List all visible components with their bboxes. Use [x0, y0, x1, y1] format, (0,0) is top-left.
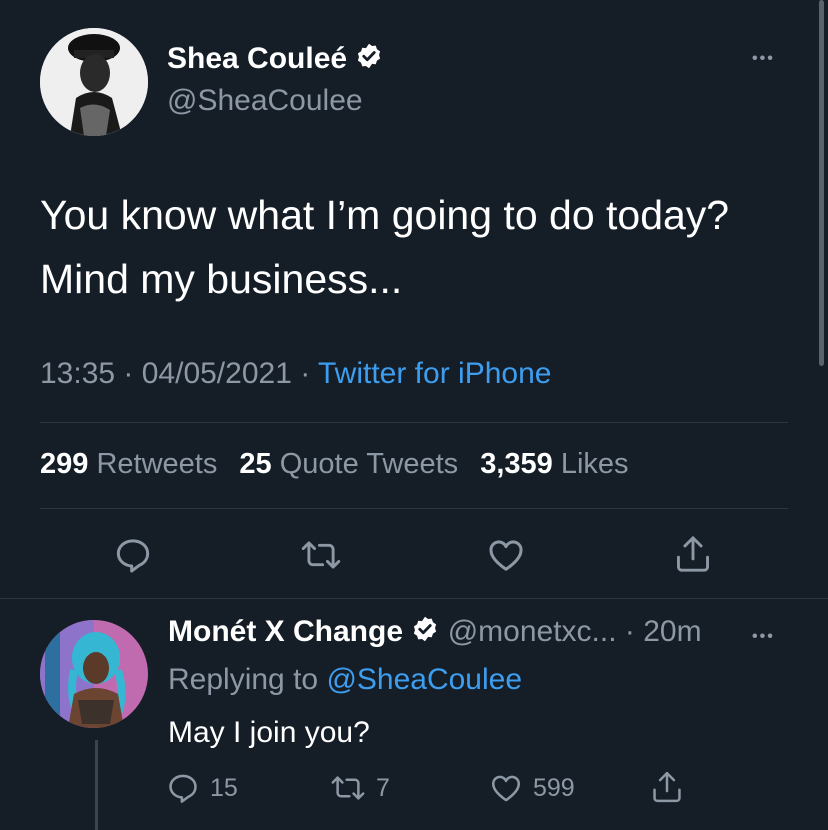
thread-line — [95, 740, 98, 830]
author-name[interactable]: Shea Couleé — [167, 42, 383, 78]
reply-button[interactable] — [113, 535, 153, 575]
tweet-timestamp[interactable]: 13:35 · 04/05/2021 · — [40, 357, 318, 390]
tweet-stats: 299 Retweets 25 Quote Tweets 3,359 Likes — [40, 448, 629, 481]
replying-to-prefix: Replying to — [168, 663, 327, 696]
replying-to-handle[interactable]: @SheaCoulee — [326, 663, 522, 696]
share-icon — [677, 536, 709, 572]
share-button[interactable] — [673, 533, 713, 575]
retweet-count: 7 — [376, 773, 390, 802]
reply-more-options-icon[interactable]: ••• — [752, 628, 775, 646]
reply-author-name[interactable]: Monét X Change — [168, 615, 403, 648]
retweets-count: 299 — [40, 448, 89, 480]
likes-stat[interactable]: 3,359 Likes — [480, 448, 628, 480]
retweet-button[interactable] — [300, 535, 342, 575]
author-name-text: Shea Couleé — [167, 42, 348, 75]
divider — [40, 508, 788, 509]
likes-count: 3,359 — [480, 448, 553, 480]
more-options-icon[interactable]: ••• — [752, 50, 775, 68]
quote-tweets-label: Quote Tweets — [279, 448, 459, 480]
quote-tweets-stat[interactable]: 25 Quote Tweets — [239, 448, 458, 480]
reply-reply-button[interactable]: 15 — [166, 771, 238, 805]
like-count: 599 — [533, 773, 575, 802]
retweets-label: Retweets — [96, 448, 218, 480]
retweet-icon — [301, 541, 341, 569]
author-handle[interactable]: @SheaCoulee — [167, 84, 363, 118]
reply-icon — [169, 774, 197, 803]
reply-timestamp[interactable]: · 20m — [625, 615, 702, 648]
verified-badge-icon — [411, 615, 439, 651]
scrollbar[interactable] — [819, 0, 824, 366]
retweet-icon — [331, 776, 365, 800]
reply-author-handle[interactable]: @monetxc... — [448, 615, 617, 648]
author-avatar-image — [40, 28, 148, 136]
tweet-text-line-2: Mind my business... — [40, 256, 403, 302]
tweet-source-link[interactable]: Twitter for iPhone — [318, 357, 551, 390]
share-icon — [653, 771, 681, 803]
tweet-text: You know what I’m going to do today? Min… — [40, 183, 729, 311]
divider — [40, 422, 788, 423]
author-avatar[interactable] — [40, 28, 148, 136]
reply-text: May I join you? — [168, 716, 370, 749]
heart-icon — [491, 775, 521, 802]
verified-badge-icon — [355, 42, 383, 78]
reply-header: Monét X Change @monetxc... · 20m — [168, 615, 702, 651]
reply-icon — [116, 539, 150, 573]
reply-author-avatar[interactable] — [40, 620, 148, 728]
tweet-meta: 13:35 · 04/05/2021 · Twitter for iPhone — [40, 357, 551, 391]
reply-like-button[interactable]: 599 — [489, 771, 575, 805]
reply-share-button[interactable] — [650, 769, 684, 805]
divider — [0, 598, 828, 599]
reply-retweet-button[interactable]: 7 — [330, 771, 390, 805]
tweet-text-line-1: You know what I’m going to do today? — [40, 192, 730, 238]
retweets-stat[interactable]: 299 Retweets — [40, 448, 217, 480]
heart-icon — [489, 540, 523, 571]
reply-author-avatar-image — [40, 620, 148, 728]
reply-count: 15 — [210, 773, 238, 802]
like-button[interactable] — [486, 535, 526, 575]
replying-to: Replying to @SheaCoulee — [168, 663, 522, 697]
quote-tweets-count: 25 — [239, 448, 272, 480]
likes-label: Likes — [560, 448, 629, 480]
